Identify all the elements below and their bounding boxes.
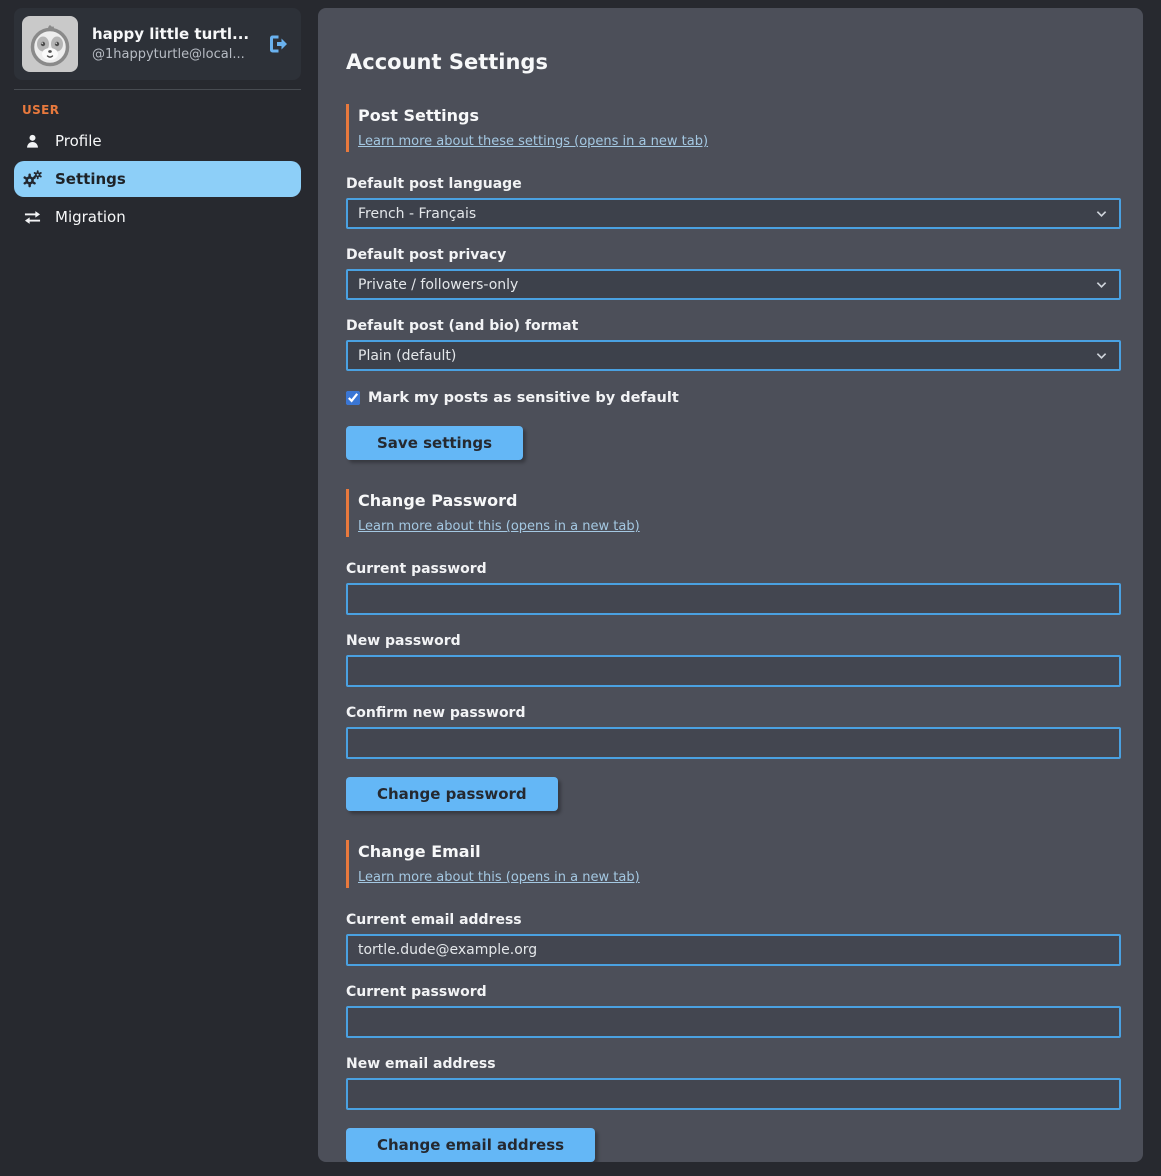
chevron-down-icon xyxy=(1096,352,1107,360)
sensitive-by-default-row: Mark my posts as sensitive by default xyxy=(346,390,1121,406)
sidebar-item-label: Migration xyxy=(55,208,126,226)
select-value: Plain (default) xyxy=(358,348,456,364)
current-email-field: Current email address xyxy=(346,912,1121,966)
field-label: Default post (and bio) format xyxy=(346,318,1121,334)
sidebar-section-label: USER xyxy=(22,103,301,117)
current-password-field: Current password xyxy=(346,561,1121,615)
field-label: Current password xyxy=(346,561,1121,577)
sign-out-icon xyxy=(265,32,289,56)
account-settings-panel: Account Settings Post Settings Learn mor… xyxy=(318,8,1143,1162)
sidebar-item-label: Profile xyxy=(55,132,102,150)
default-post-format-select[interactable]: Plain (default) xyxy=(346,340,1121,371)
user-meta: happy little turtl... @1happyturtle@loca… xyxy=(92,24,249,64)
sidebar: happy little turtl... @1happyturtle@loca… xyxy=(0,0,318,1176)
current-email-input[interactable] xyxy=(346,934,1121,966)
new-email-input[interactable] xyxy=(346,1078,1121,1110)
new-email-field: New email address xyxy=(346,1056,1121,1110)
post-settings-section-header: Post Settings Learn more about these set… xyxy=(346,104,1121,152)
sidebar-item-migration[interactable]: Migration xyxy=(14,199,301,235)
user-icon xyxy=(22,133,42,149)
user-handle: @1happyturtle@local... xyxy=(92,46,249,64)
transfer-arrows-icon xyxy=(22,210,42,225)
field-label: Confirm new password xyxy=(346,705,1121,721)
gears-icon xyxy=(22,170,42,188)
default-post-format-field: Default post (and bio) format Plain (def… xyxy=(346,318,1121,371)
select-value: French - Français xyxy=(358,206,476,222)
section-title: Change Email xyxy=(358,842,1121,861)
checkbox-label: Mark my posts as sensitive by default xyxy=(368,390,679,406)
confirm-new-password-field: Confirm new password xyxy=(346,705,1121,759)
email-current-password-input[interactable] xyxy=(346,1006,1121,1038)
current-password-input[interactable] xyxy=(346,583,1121,615)
chevron-down-icon xyxy=(1096,210,1107,218)
default-post-privacy-select[interactable]: Private / followers-only xyxy=(346,269,1121,300)
confirm-new-password-input[interactable] xyxy=(346,727,1121,759)
section-title: Post Settings xyxy=(358,106,1121,125)
save-settings-button[interactable]: Save settings xyxy=(346,426,523,460)
field-label: New email address xyxy=(346,1056,1121,1072)
post-settings-learn-more-link[interactable]: Learn more about these settings (opens i… xyxy=(358,134,708,149)
sidebar-item-profile[interactable]: Profile xyxy=(14,123,301,159)
section-title: Change Password xyxy=(358,491,1121,510)
app-layout: happy little turtl... @1happyturtle@loca… xyxy=(0,0,1161,1176)
email-current-password-field: Current password xyxy=(346,984,1121,1038)
field-label: Current password xyxy=(346,984,1121,1000)
change-email-section-header: Change Email Learn more about this (open… xyxy=(346,840,1121,888)
default-post-language-field: Default post language French - Français xyxy=(346,176,1121,229)
field-label: Default post language xyxy=(346,176,1121,192)
user-display-name: happy little turtl... xyxy=(92,24,249,46)
sidebar-divider xyxy=(14,89,301,90)
change-password-button[interactable]: Change password xyxy=(346,777,558,811)
change-password-section-header: Change Password Learn more about this (o… xyxy=(346,489,1121,537)
sidebar-item-settings[interactable]: Settings xyxy=(14,161,301,197)
new-password-input[interactable] xyxy=(346,655,1121,687)
sloth-avatar xyxy=(22,16,78,72)
user-card: happy little turtl... @1happyturtle@loca… xyxy=(14,8,301,80)
chevron-down-icon xyxy=(1096,281,1107,289)
change-password-learn-more-link[interactable]: Learn more about this (opens in a new ta… xyxy=(358,519,640,534)
field-label: Default post privacy xyxy=(346,247,1121,263)
page-title: Account Settings xyxy=(346,50,1121,74)
default-post-privacy-field: Default post privacy Private / followers… xyxy=(346,247,1121,300)
field-label: Current email address xyxy=(346,912,1121,928)
sidebar-item-label: Settings xyxy=(55,170,126,188)
default-post-language-select[interactable]: French - Français xyxy=(346,198,1121,229)
change-email-button[interactable]: Change email address xyxy=(346,1128,595,1162)
sensitive-by-default-checkbox[interactable] xyxy=(346,391,360,405)
change-email-learn-more-link[interactable]: Learn more about this (opens in a new ta… xyxy=(358,870,640,885)
select-value: Private / followers-only xyxy=(358,277,518,293)
sidebar-nav: Profile xyxy=(14,123,301,235)
new-password-field: New password xyxy=(346,633,1121,687)
sign-out-button[interactable] xyxy=(263,30,291,58)
field-label: New password xyxy=(346,633,1121,649)
